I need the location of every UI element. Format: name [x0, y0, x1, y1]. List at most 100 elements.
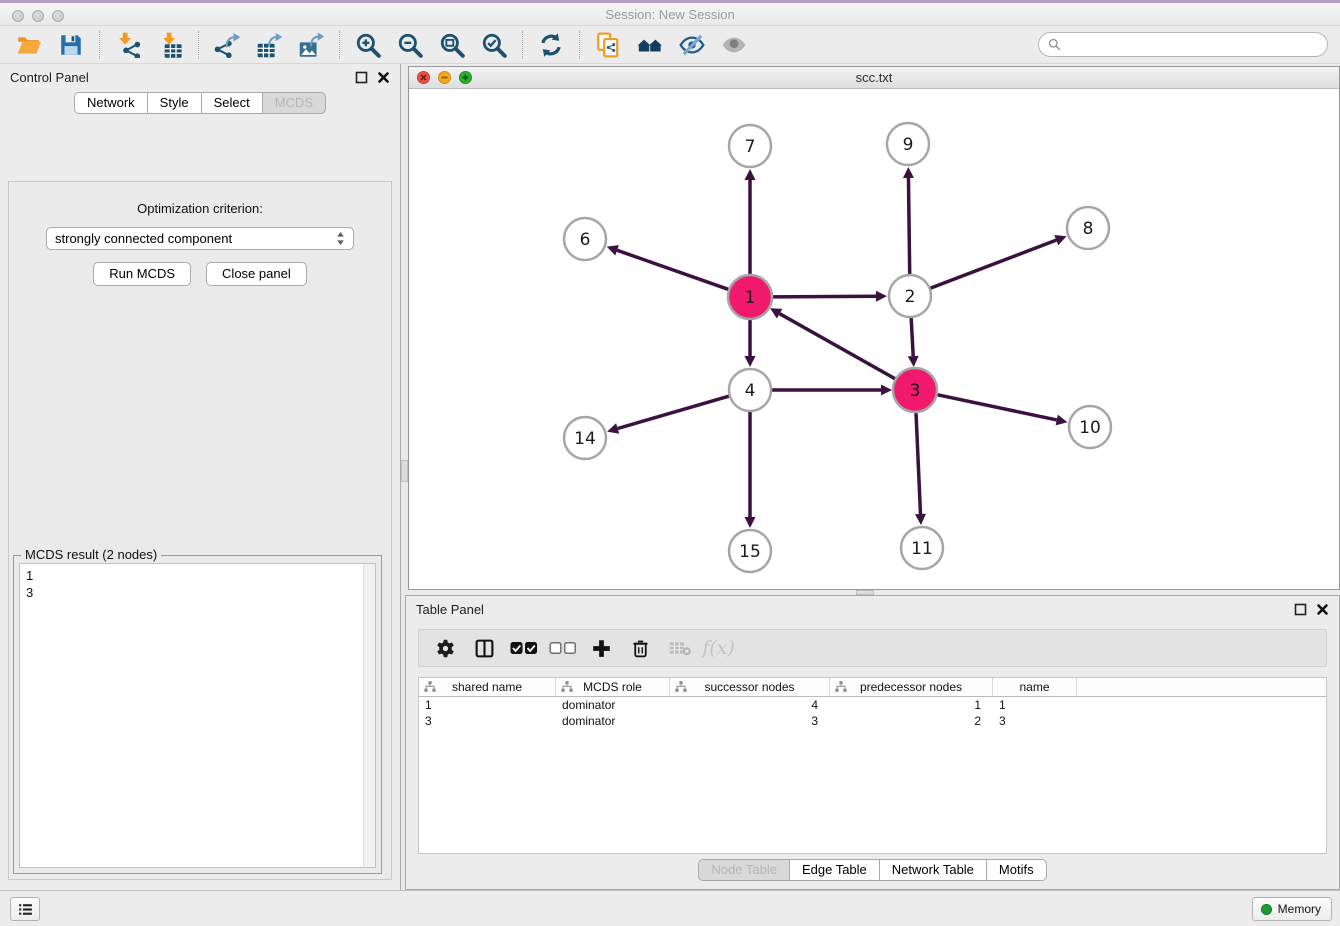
graph-edge-3-1[interactable]: [780, 314, 896, 380]
table-panel-title: Table Panel: [416, 602, 484, 617]
zoom-in-icon: [355, 32, 381, 58]
create-column-button[interactable]: [583, 632, 620, 664]
column-header-mcds-role[interactable]: MCDS role: [556, 678, 670, 696]
clone-network-button[interactable]: [587, 29, 629, 61]
export-table-button[interactable]: [248, 29, 290, 61]
memory-status-icon: [1261, 904, 1272, 915]
delete-columns-icon: [630, 638, 651, 659]
zoom-selected-button[interactable]: [473, 29, 515, 61]
toolbar-separator: [579, 31, 580, 59]
zoom-fit-button[interactable]: [431, 29, 473, 61]
mcds-panel: Optimization criterion: strongly connect…: [8, 181, 392, 880]
tab-style[interactable]: Style: [147, 92, 202, 114]
graph-node-11[interactable]: 11: [901, 527, 943, 569]
search-input[interactable]: [1067, 37, 1319, 52]
control-panel-float-icon[interactable]: [355, 71, 368, 84]
zoom-in-button[interactable]: [347, 29, 389, 61]
graph-node-4[interactable]: 4: [729, 369, 771, 411]
graph-edge-arrowhead: [881, 385, 892, 396]
graph-node-7[interactable]: 7: [729, 125, 771, 167]
tab-network[interactable]: Network: [74, 92, 148, 114]
memory-button[interactable]: Memory: [1252, 897, 1332, 921]
open-session-button[interactable]: [8, 29, 50, 61]
main-toolbar: [0, 26, 1340, 64]
graph-edge-arrowhead: [745, 169, 756, 180]
export-network-button[interactable]: [206, 29, 248, 61]
export-image-icon: [298, 32, 324, 58]
deselect-all-columns-button[interactable]: [544, 632, 581, 664]
graph-edge-1-2[interactable]: [772, 296, 876, 297]
graph-edge-2-9[interactable]: [908, 178, 909, 274]
graph-node-8[interactable]: 8: [1067, 207, 1109, 249]
graph-edge-arrowhead: [915, 514, 926, 525]
hide-selected-button[interactable]: [671, 29, 713, 61]
column-header-predecessor-nodes[interactable]: predecessor nodes: [830, 678, 993, 696]
table-tabs: Node TableEdge TableNetwork TableMotifs: [406, 859, 1339, 881]
graph-edge-2-8[interactable]: [931, 240, 1057, 288]
graph-node-6[interactable]: 6: [564, 218, 606, 260]
column-header-shared-name[interactable]: shared name: [419, 678, 556, 696]
table-row[interactable]: 3dominator323: [419, 713, 1326, 729]
table-cell: 1: [830, 697, 993, 713]
column-label: predecessor nodes: [860, 680, 962, 694]
table-settings-button[interactable]: [427, 632, 464, 664]
splitter-handle[interactable]: [401, 460, 408, 482]
task-list-icon: [17, 901, 34, 918]
mcds-result-scrollbar[interactable]: [363, 564, 375, 867]
tab-node-table[interactable]: Node Table: [698, 859, 790, 881]
network-canvas[interactable]: 7 9 6 8 1 2 4 3 14 10 15 11: [409, 89, 1339, 589]
table-panel-close-icon[interactable]: [1316, 603, 1329, 616]
node-table: shared name MCDS rolesuccessor nodes prede…: [418, 677, 1327, 854]
tab-network-table[interactable]: Network Table: [879, 859, 987, 881]
zoom-out-icon: [397, 32, 423, 58]
graph-edge-3-11[interactable]: [916, 412, 921, 514]
graph-node-10[interactable]: 10: [1069, 406, 1111, 448]
graph-edge-arrowhead: [745, 517, 756, 528]
import-table-button[interactable]: [149, 29, 191, 61]
close-panel-button[interactable]: Close panel: [206, 262, 307, 286]
run-mcds-button[interactable]: Run MCDS: [93, 262, 191, 286]
tab-edge-table[interactable]: Edge Table: [789, 859, 880, 881]
export-image-button[interactable]: [290, 29, 332, 61]
column-header-name[interactable]: name: [993, 678, 1077, 696]
first-neighbors-button[interactable]: [629, 29, 671, 61]
column-header-successor-nodes[interactable]: successor nodes: [670, 678, 830, 696]
zoom-out-button[interactable]: [389, 29, 431, 61]
graph-edge-4-14[interactable]: [618, 396, 729, 428]
table-row[interactable]: 1dominator411: [419, 697, 1326, 713]
zoom-fit-icon: [439, 32, 465, 58]
svg-text:8: 8: [1083, 219, 1094, 239]
task-history-button[interactable]: [10, 897, 40, 921]
graph-edge-3-10[interactable]: [937, 395, 1057, 420]
show-all-button[interactable]: [713, 29, 755, 61]
control-panel-close-icon[interactable]: [377, 71, 390, 84]
save-session-button[interactable]: [50, 29, 92, 61]
select-all-columns-button[interactable]: [505, 632, 542, 664]
delete-columns-button[interactable]: [622, 632, 659, 664]
table-panel-float-icon[interactable]: [1294, 603, 1307, 616]
graph-node-15[interactable]: 15: [729, 530, 771, 572]
select-updown-icon: [336, 231, 345, 246]
show-all-icon: [721, 32, 747, 58]
graph-node-3[interactable]: 3: [893, 368, 937, 412]
svg-text:1: 1: [745, 288, 756, 308]
toggle-panel-columns-button[interactable]: [466, 632, 503, 664]
tab-mcds[interactable]: MCDS: [262, 92, 326, 114]
graph-node-1[interactable]: 1: [728, 275, 772, 319]
graph-node-9[interactable]: 9: [887, 123, 929, 165]
graph-node-14[interactable]: 14: [564, 417, 606, 459]
graph-edge-2-3[interactable]: [911, 318, 913, 356]
network-window-titlebar[interactable]: scc.txt: [409, 67, 1339, 89]
criterion-select[interactable]: strongly connected component: [46, 227, 354, 250]
tab-select[interactable]: Select: [201, 92, 263, 114]
table-cell: 3: [419, 713, 556, 729]
refresh-layout-button[interactable]: [530, 29, 572, 61]
column-label: shared name: [452, 680, 522, 694]
delete-table-button[interactable]: [661, 632, 698, 664]
svg-text:3: 3: [910, 381, 921, 401]
function-builder-button[interactable]: f(x): [700, 632, 737, 664]
tab-motifs[interactable]: Motifs: [986, 859, 1047, 881]
graph-edge-1-6[interactable]: [617, 250, 729, 289]
graph-node-2[interactable]: 2: [889, 275, 931, 317]
import-network-button[interactable]: [107, 29, 149, 61]
